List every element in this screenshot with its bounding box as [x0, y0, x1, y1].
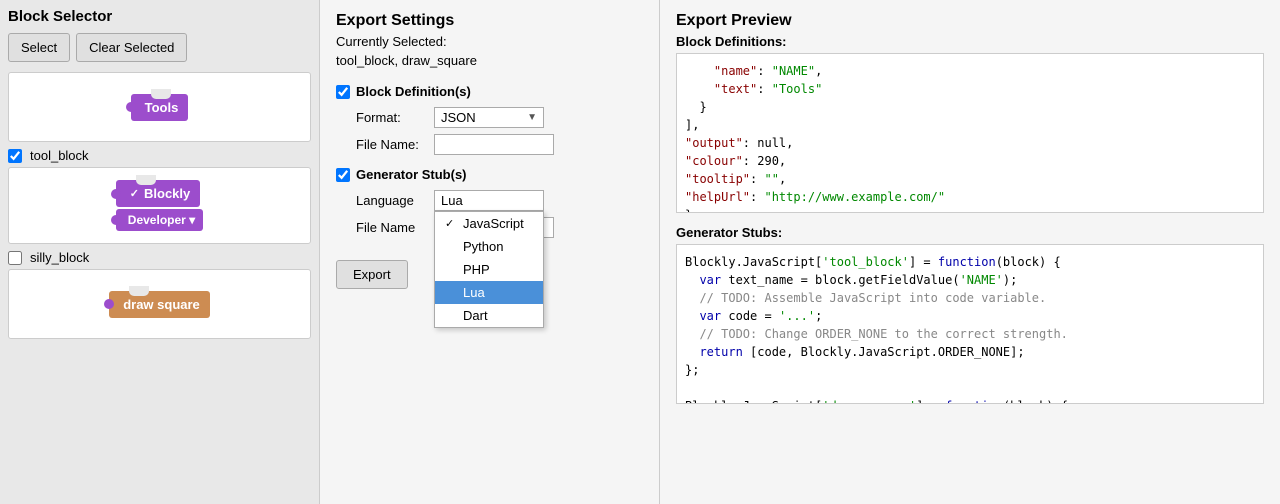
format-selected-value: JSON — [441, 110, 476, 125]
export-settings-title: Export Settings — [336, 12, 643, 30]
select-button[interactable]: Select — [8, 33, 70, 62]
language-select-display[interactable]: Lua — [434, 190, 544, 211]
block-definitions-label: Block Definition(s) — [356, 84, 471, 99]
generator-stubs-checkbox[interactable] — [336, 168, 350, 182]
javascript-check: ✓ — [445, 217, 457, 230]
generator-stubs-code: Blockly.JavaScript['tool_block'] = funct… — [676, 244, 1264, 404]
language-selected-value: Lua — [441, 193, 463, 208]
gen-stub-filename-label: File Name — [356, 220, 426, 235]
silly-block-name: silly_block — [30, 250, 89, 265]
language-option-php[interactable]: PHP — [435, 258, 543, 281]
dart-label: Dart — [463, 308, 488, 323]
lua-label: Lua — [463, 285, 485, 300]
block-def-filename-label: File Name: — [356, 137, 426, 152]
language-option-lua[interactable]: Lua — [435, 281, 543, 304]
javascript-label: JavaScript — [463, 216, 524, 231]
blockly-dev-stack: ✓ Blockly Developer ▾ — [116, 180, 203, 231]
block-definitions-checkbox[interactable] — [336, 85, 350, 99]
language-option-dart[interactable]: Dart — [435, 304, 543, 327]
language-label: Language — [356, 193, 426, 208]
silly-block-item: silly_block — [8, 250, 311, 265]
blockly-block-visual: ✓ Blockly — [116, 180, 200, 207]
export-preview-title: Export Preview — [676, 12, 1264, 30]
tool-block-preview: Tools — [8, 72, 311, 142]
tool-block-name: tool_block — [30, 148, 89, 163]
block-def-filename-row: File Name: — [356, 134, 643, 155]
format-select-arrow: ▼ — [527, 112, 537, 123]
export-preview-panel: Export Preview Block Definitions: "name"… — [660, 0, 1280, 504]
language-option-python[interactable]: Python — [435, 235, 543, 258]
language-dropdown-container: Lua ✓ JavaScript Python PHP Lua — [434, 190, 544, 211]
block-selector-title: Block Selector — [8, 8, 311, 25]
block-definitions-code: "name": "NAME", "text": "Tools" } ], "ou… — [676, 53, 1264, 213]
tools-block-visual: Tools — [131, 94, 189, 121]
format-select-display[interactable]: JSON ▼ — [434, 107, 544, 128]
draw-square-preview: draw square — [8, 269, 311, 339]
silly-block-preview: ✓ Blockly Developer ▾ — [8, 167, 311, 244]
language-dropdown-menu: ✓ JavaScript Python PHP Lua Dart — [434, 211, 544, 328]
draw-square-label: draw square — [123, 297, 200, 312]
generator-stubs-label: Generator Stub(s) — [356, 167, 467, 182]
tool-block-checkbox[interactable] — [8, 149, 22, 163]
format-row: Format: JSON ▼ — [356, 107, 643, 128]
button-row: Select Clear Selected — [8, 33, 311, 62]
language-option-javascript[interactable]: ✓ JavaScript — [435, 212, 543, 235]
clear-selected-button[interactable]: Clear Selected — [76, 33, 187, 62]
generator-stubs-preview-label: Generator Stubs: — [676, 225, 1264, 240]
blockly-check-icon: ✓ — [130, 187, 139, 200]
generator-stubs-section: Generator Stub(s) — [336, 167, 643, 182]
draw-square-visual: draw square — [109, 291, 210, 318]
php-label: PHP — [463, 262, 490, 277]
python-label: Python — [463, 239, 503, 254]
tools-block-label: Tools — [145, 100, 179, 115]
language-row: Language Lua ✓ JavaScript Python PHP — [356, 190, 643, 211]
developer-block-visual: Developer ▾ — [116, 209, 203, 231]
block-selector-panel: Block Selector Select Clear Selected Too… — [0, 0, 320, 504]
format-select-wrapper: JSON ▼ — [434, 107, 544, 128]
format-label: Format: — [356, 110, 426, 125]
silly-block-checkbox[interactable] — [8, 251, 22, 265]
currently-selected-label: Currently Selected: — [336, 34, 643, 49]
blockly-label: Blockly — [144, 186, 190, 201]
export-button[interactable]: Export — [336, 260, 408, 289]
block-definitions-preview-label: Block Definitions: — [676, 34, 1264, 49]
block-definitions-section: Block Definition(s) — [336, 84, 643, 99]
tool-block-item: tool_block — [8, 148, 311, 163]
block-def-filename-input[interactable] — [434, 134, 554, 155]
developer-label: Developer ▾ — [128, 213, 195, 227]
export-settings-panel: Export Settings Currently Selected: tool… — [320, 0, 660, 504]
currently-selected-value: tool_block, draw_square — [336, 53, 643, 68]
